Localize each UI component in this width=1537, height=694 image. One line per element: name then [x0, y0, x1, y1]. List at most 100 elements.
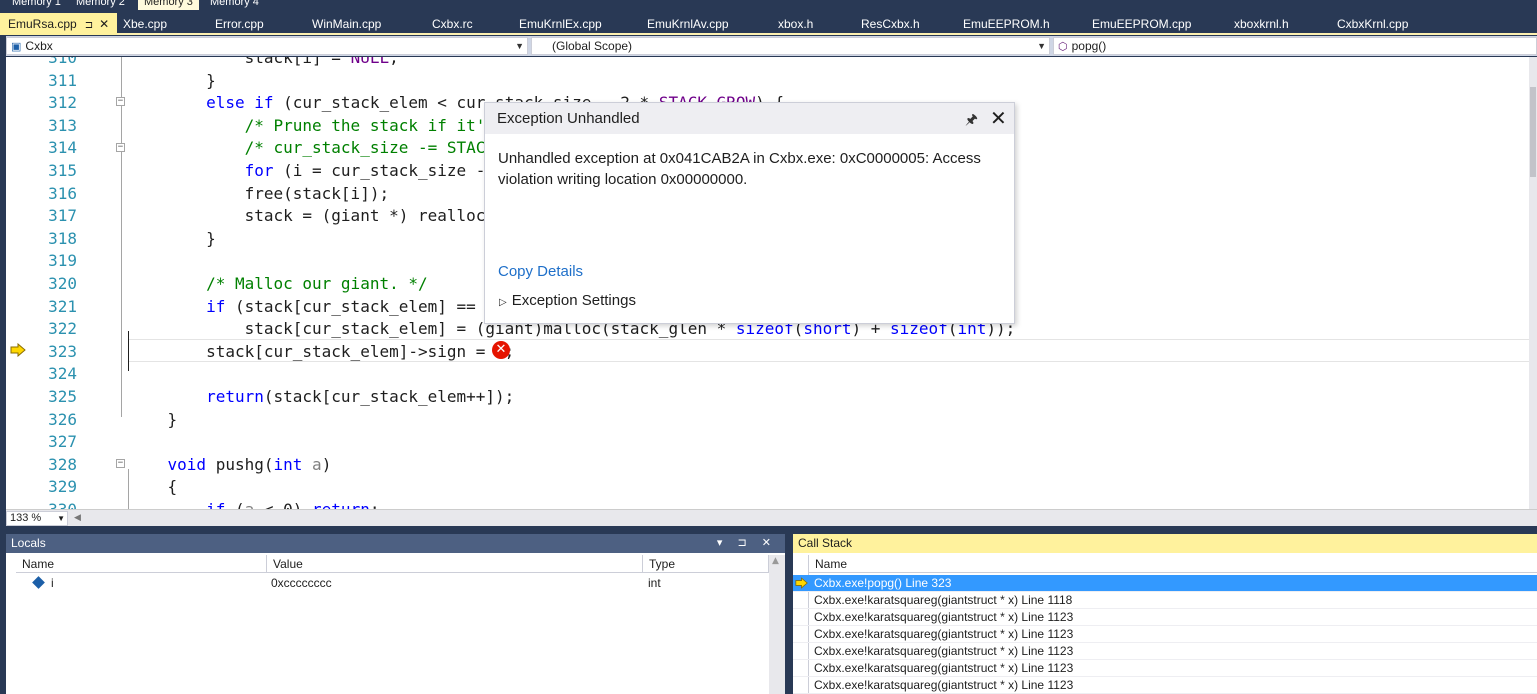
- tab-winmain-cpp[interactable]: WinMain.cpp: [312, 13, 381, 35]
- scope-dropdown[interactable]: (Global Scope) ▼: [531, 37, 1050, 55]
- memory-tab-strip: Memory 1 Memory 2 Memory 3 Memory 4: [0, 0, 1537, 13]
- locals-scrollbar[interactable]: ▲: [769, 555, 785, 694]
- code-line[interactable]: 310 stack[i] = NULL;: [6, 57, 1529, 69]
- code-line[interactable]: 323 stack[cur_stack_elem]->sign = 0;: [6, 340, 1529, 363]
- code-text: return(stack[cur_stack_elem++]);: [129, 385, 514, 408]
- code-token: /* Malloc our giant. */: [206, 274, 428, 293]
- close-icon[interactable]: ✕: [99, 17, 109, 31]
- call-stack-frame[interactable]: Cxbx.exe!karatsquareg(giantstruct * x) L…: [793, 592, 1537, 609]
- code-token: }: [129, 409, 178, 429]
- line-number: 310: [48, 57, 77, 67]
- tab-emukrnlex-cpp[interactable]: EmuKrnlEx.cpp: [519, 13, 602, 35]
- column-header-value[interactable]: Value: [267, 555, 643, 573]
- tab-memory-2[interactable]: Memory 2: [70, 0, 131, 10]
- local-name[interactable]: i: [6, 574, 54, 592]
- column-header-name[interactable]: Name: [16, 555, 267, 573]
- code-token: return: [312, 500, 370, 509]
- tab-cxbx-rc[interactable]: Cxbx.rc: [432, 13, 473, 35]
- line-number: 330: [6, 498, 77, 509]
- call-stack-frame[interactable]: Cxbx.exe!karatsquareg(giantstruct * x) L…: [793, 643, 1537, 660]
- line-number: 328: [48, 454, 77, 474]
- local-value[interactable]: 0xcccccccc: [265, 574, 332, 592]
- editor-status-row: 133 % ▼ ◀: [6, 509, 1537, 526]
- exception-message: Unhandled exception at 0x041CAB2A in Cxb…: [498, 150, 981, 188]
- zoom-dropdown[interactable]: 133 % ▼: [6, 511, 68, 526]
- code-line[interactable]: 329 {: [6, 475, 1529, 498]
- call-stack-frame[interactable]: Cxbx.exe!karatsquareg(giantstruct * x) L…: [793, 626, 1537, 643]
- tab-memory-4[interactable]: Memory 4: [204, 0, 265, 10]
- frame-label: Cxbx.exe!karatsquareg(giantstruct * x) L…: [814, 593, 1073, 607]
- code-text: void pushg(int a): [129, 453, 332, 476]
- line-number: 324: [48, 364, 77, 384]
- variable-icon: [32, 576, 45, 589]
- tab-emueeprom-h[interactable]: EmuEEPROM.h: [963, 13, 1050, 35]
- tab-emursa-cpp[interactable]: EmuRsa.cpp ⊐ ✕: [0, 13, 118, 35]
- code-line[interactable]: 326 }: [6, 408, 1529, 431]
- exception-header: Exception Unhandled 🖈 ✕: [485, 103, 1014, 134]
- tab-emukrnlav-cpp[interactable]: EmuKrnlAv.cpp: [647, 13, 729, 35]
- code-token: stack[cur_stack_elem]->sign = 0;: [129, 341, 515, 361]
- frame-label: Cxbx.exe!karatsquareg(giantstruct * x) L…: [814, 661, 1074, 675]
- frame-label: Cxbx.exe!karatsquareg(giantstruct * x) L…: [814, 644, 1074, 658]
- column-header-type[interactable]: Type: [643, 555, 769, 573]
- line-number: 323: [48, 341, 77, 361]
- copy-details-link[interactable]: Copy Details: [498, 263, 583, 280]
- code-token: (: [225, 500, 245, 509]
- ide-window: Memory 1 Memory 2 Memory 3 Memory 4 EmuR…: [0, 0, 1537, 694]
- member-dropdown[interactable]: ⬡ popg(): [1053, 37, 1537, 55]
- exception-settings-toggle[interactable]: ▷ Exception Settings: [499, 292, 636, 309]
- code-line[interactable]: 328 void pushg(int a): [6, 453, 1529, 476]
- code-token: else if: [206, 93, 274, 113]
- member-label: popg(): [1071, 39, 1107, 53]
- current-frame-arrow-icon: [795, 577, 808, 589]
- scroll-up-icon[interactable]: ▲: [772, 556, 779, 566]
- editor-vertical-scrollbar[interactable]: [1529, 57, 1537, 509]
- close-icon[interactable]: ✕: [990, 106, 1007, 130]
- code-token: a: [312, 454, 322, 474]
- tab-xboxkrnl-h[interactable]: xboxkrnl.h: [1234, 13, 1289, 35]
- scroll-left-icon[interactable]: ◀: [74, 513, 81, 523]
- scroll-thumb[interactable]: [1530, 87, 1536, 177]
- code-line[interactable]: 324: [6, 362, 1529, 385]
- exception-helper: Exception Unhandled 🖈 ✕ Unhandled except…: [484, 102, 1015, 324]
- code-token: pushg(: [206, 454, 274, 474]
- pin-icon[interactable]: 🖈: [965, 109, 978, 133]
- column-header-name[interactable]: Name: [809, 555, 1537, 573]
- tab-cxbxkrnl-cpp[interactable]: CxbxKrnl.cpp: [1337, 13, 1408, 35]
- call-stack-frame[interactable]: Cxbx.exe!karatsquareg(giantstruct * x) L…: [793, 677, 1537, 694]
- line-number: 312: [48, 93, 77, 113]
- tab-memory-3[interactable]: Memory 3: [138, 0, 199, 10]
- document-tab-well: EmuRsa.cpp ⊐ ✕ Xbe.cpp Error.cpp WinMain.c…: [0, 13, 1537, 35]
- code-line[interactable]: 327: [6, 430, 1529, 453]
- code-text: if (stack[cur_stack_elem] == NULL): [129, 295, 534, 318]
- code-token: return: [206, 387, 264, 406]
- tab-memory-1[interactable]: Memory 1: [6, 0, 67, 10]
- window-tools-icons[interactable]: ▾ ⊐ ✕: [717, 534, 777, 553]
- exception-settings-label: Exception Settings: [511, 292, 636, 309]
- tab-xbox-h[interactable]: xbox.h: [778, 13, 813, 35]
- tab-xbe-cpp[interactable]: Xbe.cpp: [123, 13, 167, 35]
- frame-label: Cxbx.exe!popg() Line 323: [814, 576, 952, 590]
- call-stack-frame[interactable]: Cxbx.exe!popg() Line 323: [793, 575, 1537, 592]
- code-line[interactable]: 311 }: [6, 69, 1529, 92]
- tab-error-cpp[interactable]: Error.cpp: [215, 13, 264, 35]
- code-text: }: [129, 69, 216, 92]
- local-type: int: [648, 576, 661, 590]
- code-line[interactable]: 330 if (a < 0) return;: [6, 498, 1529, 509]
- line-number: 319: [48, 251, 77, 271]
- tab-rescxbx-h[interactable]: ResCxbx.h: [861, 13, 920, 35]
- method-icon: ⬡: [1058, 41, 1068, 53]
- code-line[interactable]: 325 return(stack[cur_stack_elem++]);: [6, 385, 1529, 408]
- tab-emueeprom-cpp[interactable]: EmuEEPROM.cpp: [1092, 13, 1191, 35]
- project-dropdown[interactable]: ▣ Cxbx ▼: [6, 37, 528, 55]
- code-token: if: [206, 296, 226, 316]
- code-text: stack[cur_stack_elem]->sign = 0;: [129, 340, 514, 363]
- call-stack-frame[interactable]: Cxbx.exe!karatsquareg(giantstruct * x) L…: [793, 609, 1537, 626]
- pin-icon[interactable]: ⊐: [85, 20, 93, 31]
- code-token: stack[i] =: [129, 57, 351, 67]
- call-stack-frame[interactable]: Cxbx.exe!karatsquareg(giantstruct * x) L…: [793, 660, 1537, 677]
- line-number: 318: [48, 228, 77, 248]
